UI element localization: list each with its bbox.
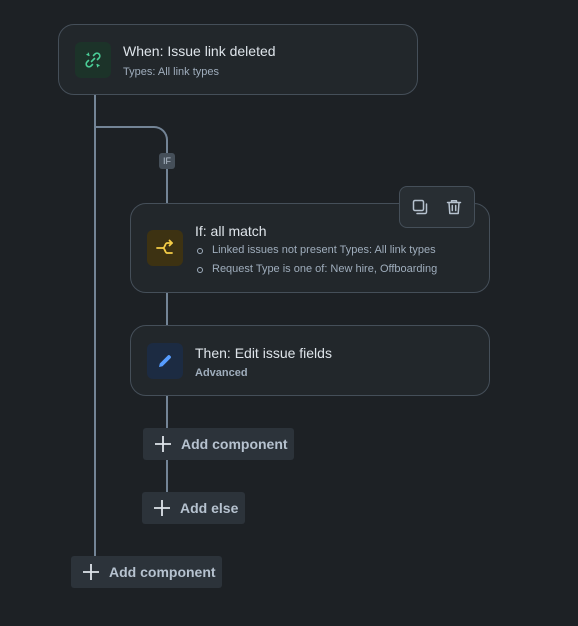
trigger-icon-box (75, 42, 111, 78)
action-icon-box (147, 343, 183, 379)
action-title: Then: Edit issue fields (195, 345, 332, 361)
if-badge: IF (159, 153, 175, 169)
duplicate-button[interactable] (407, 194, 433, 220)
plus-icon (152, 498, 172, 518)
plus-icon (153, 434, 173, 454)
action-card[interactable]: Then: Edit issue fields Advanced (130, 325, 490, 396)
condition-item: Linked issues not present Types: All lin… (195, 241, 437, 260)
delete-button[interactable] (441, 194, 467, 220)
link-broken-icon (85, 52, 101, 68)
add-component-outer-button[interactable]: Add component (71, 556, 222, 588)
condition-title: If: all match (195, 223, 267, 239)
trash-icon (446, 200, 461, 215)
add-else-label: Add else (180, 500, 239, 516)
card-toolbar (399, 186, 475, 228)
plus-icon (81, 562, 101, 582)
trigger-subtitle: Types: All link types (123, 66, 219, 78)
add-component-outer-label: Add component (109, 564, 216, 580)
trigger-title: When: Issue link deleted (123, 43, 276, 59)
branch-icon (156, 239, 173, 254)
copy-icon (413, 199, 428, 215)
action-subtitle: Advanced (195, 367, 248, 379)
add-component-inner-button[interactable]: Add component (143, 428, 294, 460)
add-component-inner-label: Add component (181, 436, 288, 452)
condition-icon-box (147, 230, 183, 266)
branch-connector-curve (94, 126, 168, 166)
trigger-card[interactable]: When: Issue link deleted Types: All link… (58, 24, 418, 95)
condition-list: Linked issues not present Types: All lin… (195, 241, 437, 279)
add-else-button[interactable]: Add else (142, 492, 245, 524)
pencil-icon (159, 355, 171, 367)
condition-item: Request Type is one of: New hire, Offboa… (195, 260, 437, 279)
